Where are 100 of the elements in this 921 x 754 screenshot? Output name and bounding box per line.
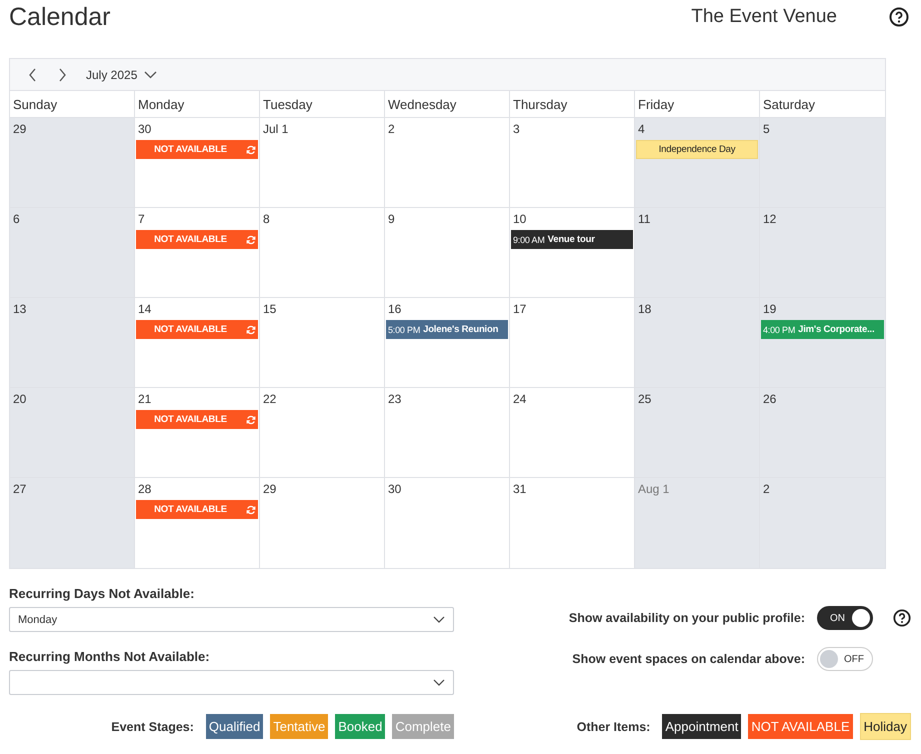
day-number: 19: [762, 302, 776, 316]
day-number: 2: [387, 122, 395, 136]
chevron-down-icon: [433, 679, 445, 686]
legend-tag: Complete: [392, 714, 454, 739]
day-number: 15: [262, 302, 276, 316]
day-number: Aug 1: [637, 482, 670, 496]
day-number: 11: [637, 212, 650, 226]
day-number: 2: [762, 482, 770, 496]
day-number: 5: [762, 122, 770, 136]
day-cell[interactable]: 20: [10, 388, 135, 478]
previous-icon[interactable]: [28, 68, 38, 82]
day-cell[interactable]: 21 NOT AVAILABLE: [135, 388, 260, 478]
day-cell[interactable]: 28 NOT AVAILABLE: [135, 478, 260, 568]
day-cell[interactable]: 17: [510, 298, 635, 388]
day-number: 14: [137, 302, 152, 316]
legend-tag: Holiday: [860, 713, 911, 740]
day-cell[interactable]: 9: [385, 208, 510, 298]
day-cell[interactable]: 7 NOT AVAILABLE: [135, 208, 260, 298]
day-cell[interactable]: 26: [760, 388, 885, 478]
legend-tag: Booked: [335, 714, 386, 739]
legend-tag: Tentative: [270, 714, 328, 739]
day-cell[interactable]: 8: [260, 208, 385, 298]
day-cell[interactable]: 25: [635, 388, 760, 478]
day-number: 6: [12, 212, 20, 226]
day-cell[interactable]: 27: [10, 478, 135, 568]
day-number: 4: [637, 122, 645, 136]
toggle-label: Show availability on your public profile:: [568, 611, 805, 625]
day-cell[interactable]: Aug 1: [635, 478, 760, 568]
page-title: Calendar: [9, 2, 112, 32]
day-number: 7: [137, 212, 145, 226]
calendar-event[interactable]: Independence Day: [636, 140, 758, 159]
day-number: 8: [262, 212, 270, 226]
recurring-icon: [246, 324, 256, 334]
legend-tag: Appointment: [662, 714, 742, 739]
day-number: 10: [512, 212, 526, 226]
day-cell[interactable]: 4 Independence Day: [635, 118, 760, 208]
day-cell[interactable]: 14 NOT AVAILABLE: [135, 298, 260, 388]
recurring-icon: [246, 414, 256, 424]
day-cell[interactable]: 18: [635, 298, 760, 388]
toggle-label: Show event spaces on calendar above:: [572, 652, 805, 666]
help-icon[interactable]: [893, 609, 911, 627]
toggle-switch[interactable]: ON: [817, 606, 873, 630]
recurring-icon: [246, 504, 256, 514]
day-number: 23: [387, 392, 402, 406]
help-icon[interactable]: [889, 7, 909, 27]
day-number: 20: [12, 392, 26, 406]
calendar-event[interactable]: 5:00 PM Jolene's Reunion: [386, 320, 508, 339]
legend-label: Other Items:: [576, 720, 650, 734]
recurring-icon: [246, 144, 256, 154]
next-icon[interactable]: [57, 68, 67, 82]
day-cell[interactable]: 6: [10, 208, 135, 298]
caret-icon[interactable]: [144, 70, 158, 78]
day-number: Jul 1: [262, 122, 288, 136]
day-cell[interactable]: 15: [260, 298, 385, 388]
day-number: 30: [137, 122, 152, 136]
day-cell[interactable]: 24: [510, 388, 635, 478]
day-cell[interactable]: 30 NOT AVAILABLE: [135, 118, 260, 208]
day-number: 13: [12, 302, 26, 316]
calendar-event[interactable]: 9:00 AM Venue tour: [511, 230, 633, 249]
day-cell[interactable]: 10 9:00 AM Venue tour: [510, 208, 635, 298]
month-picker[interactable]: July 2025: [86, 68, 138, 82]
day-cell[interactable]: 22: [260, 388, 385, 478]
field-label: Recurring Months Not Available:: [9, 649, 211, 664]
day-number: 3: [512, 122, 520, 136]
day-cell[interactable]: 5: [760, 118, 885, 208]
venue-name: The Event Venue: [691, 6, 837, 28]
day-cell[interactable]: 2: [760, 478, 885, 568]
day-number: 30: [387, 482, 402, 496]
day-number: 27: [12, 482, 26, 496]
legend-label: Event Stages:: [111, 720, 194, 734]
day-cell[interactable]: 12: [760, 208, 885, 298]
day-number: 12: [762, 212, 776, 226]
day-cell[interactable]: 19 4:00 PM Jim's Corporate...: [760, 298, 885, 388]
recurring-icon: [246, 234, 256, 244]
day-number: 31: [512, 482, 526, 496]
chevron-down-icon: [433, 616, 445, 623]
day-cell[interactable]: 3: [510, 118, 635, 208]
day-number: 29: [12, 122, 26, 136]
legend-tag: Qualified: [206, 714, 264, 739]
day-cell[interactable]: 23: [385, 388, 510, 478]
day-number: 9: [387, 212, 395, 226]
day-number: 18: [637, 302, 652, 316]
day-number: 21: [137, 392, 152, 406]
day-number: 26: [762, 392, 776, 406]
day-number: 29: [262, 482, 276, 496]
day-number: 16: [387, 302, 402, 316]
day-cell[interactable]: 29: [10, 118, 135, 208]
day-number: 17: [512, 302, 526, 316]
toggle-switch[interactable]: OFF: [817, 647, 873, 671]
recurring-days-select[interactable]: Monday: [9, 607, 454, 632]
day-number: 22: [262, 392, 276, 406]
day-number: 25: [637, 392, 652, 406]
day-cell[interactable]: 13: [10, 298, 135, 388]
day-number: 24: [512, 392, 526, 406]
day-cell[interactable]: 16 5:00 PM Jolene's Reunion: [385, 298, 510, 388]
field-label: Recurring Days Not Available:: [9, 586, 196, 601]
day-cell[interactable]: Jul 1: [260, 118, 385, 208]
day-cell[interactable]: 2: [385, 118, 510, 208]
day-number: 28: [137, 482, 152, 496]
day-cell[interactable]: 11: [635, 208, 760, 298]
